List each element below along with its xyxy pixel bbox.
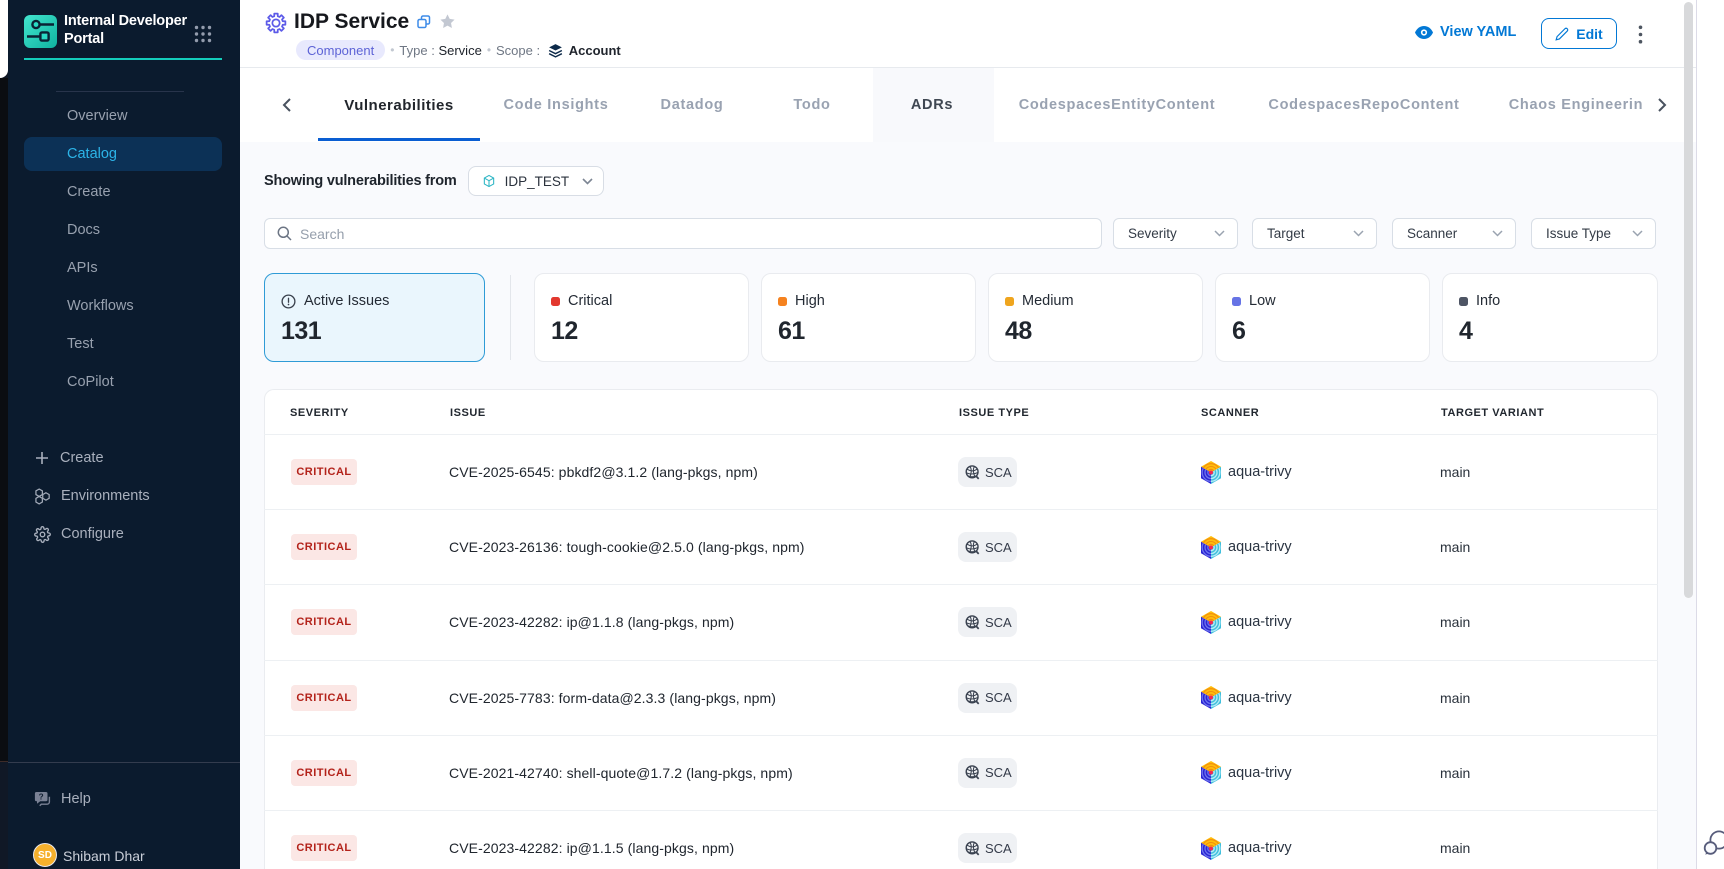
svg-text:?: ? (39, 792, 44, 801)
